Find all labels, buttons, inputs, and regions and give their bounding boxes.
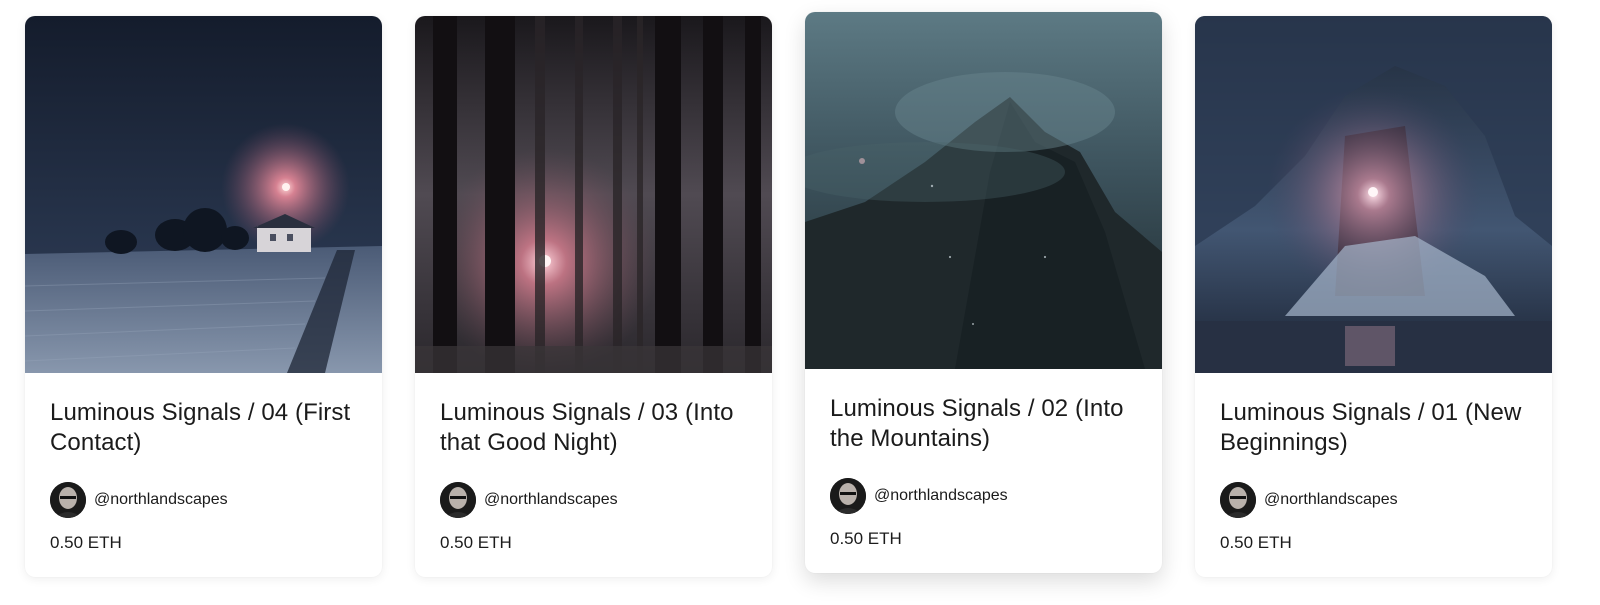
nft-title[interactable]: Luminous Signals / 01 (New Beginnings) (1220, 398, 1535, 458)
nft-card[interactable]: Luminous Signals / 03 (Into that Good Ni… (415, 16, 772, 577)
creator-avatar (50, 482, 86, 518)
nft-artwork-image[interactable] (415, 16, 772, 373)
creator-avatar (1220, 482, 1256, 518)
creator-handle: @northlandscapes (874, 487, 1008, 504)
nft-card[interactable]: Luminous Signals / 02 (Into the Mountain… (805, 12, 1162, 573)
creator-handle: @northlandscapes (484, 491, 618, 508)
nft-artwork-image[interactable] (805, 12, 1162, 369)
creator-link[interactable]: @northlandscapes (440, 482, 618, 518)
nft-title[interactable]: Luminous Signals / 03 (Into that Good Ni… (440, 398, 755, 458)
creator-handle: @northlandscapes (94, 491, 228, 508)
nft-price: 0.50 ETH (1220, 533, 1292, 552)
nft-price: 0.50 ETH (50, 533, 122, 552)
creator-handle: @northlandscapes (1264, 491, 1398, 508)
nft-card[interactable]: Luminous Signals / 04 (First Contact) @n… (25, 16, 382, 577)
nft-artwork-image[interactable] (1195, 16, 1552, 373)
nft-card-grid: Luminous Signals / 04 (First Contact) @n… (0, 0, 1600, 605)
creator-avatar (440, 482, 476, 518)
creator-link[interactable]: @northlandscapes (1220, 482, 1398, 518)
creator-link[interactable]: @northlandscapes (830, 478, 1008, 514)
creator-link[interactable]: @northlandscapes (50, 482, 228, 518)
creator-avatar (830, 478, 866, 514)
nft-title[interactable]: Luminous Signals / 02 (Into the Mountain… (830, 394, 1145, 454)
nft-title[interactable]: Luminous Signals / 04 (First Contact) (50, 398, 365, 458)
nft-artwork-image[interactable] (25, 16, 382, 373)
nft-price: 0.50 ETH (440, 533, 512, 552)
nft-card[interactable]: Luminous Signals / 01 (New Beginnings) @… (1195, 16, 1552, 577)
nft-price: 0.50 ETH (830, 529, 902, 548)
